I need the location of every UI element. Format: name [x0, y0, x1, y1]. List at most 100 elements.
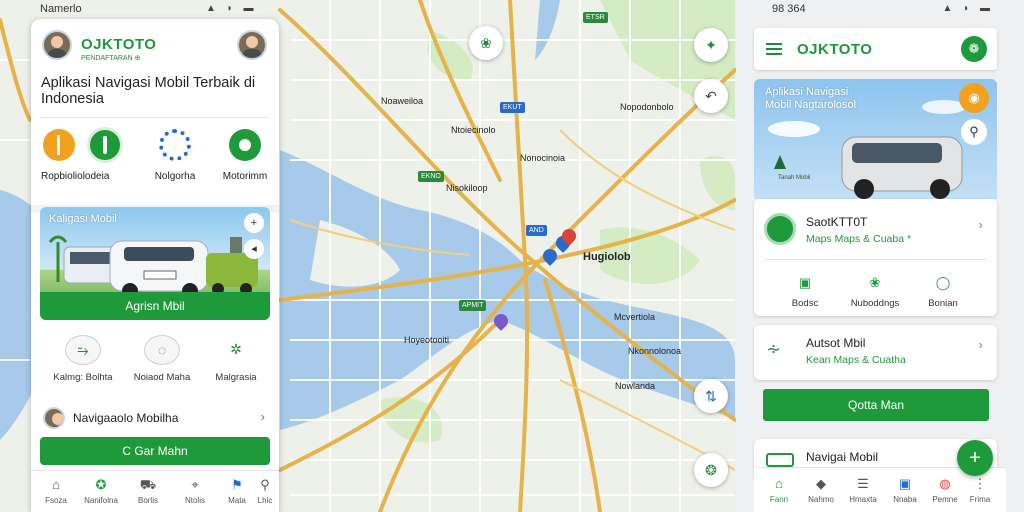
- app-header: OJKTOTO PENDAFTARAN ⊕: [31, 19, 279, 65]
- network-icon: [159, 129, 191, 161]
- tab-label: Nnaba: [893, 495, 917, 504]
- bottom-tab-bar: ⌂ Fsoza ✪ Nanifolna ⛟ Borlis ⌖ Ntolis ⚑ …: [31, 470, 279, 512]
- navigation-icon: ✪: [95, 477, 107, 492]
- list-icon: ☰: [857, 476, 869, 491]
- status-icons-right: ▲ ◗ ▬: [942, 3, 994, 14]
- category-label: Ropbioliolodeia: [41, 171, 110, 182]
- category-item[interactable]: [73, 127, 137, 163]
- feature-chip[interactable]: ⥲ Kalmg: Bolhta: [53, 335, 113, 383]
- shield-icon: ◌: [144, 335, 180, 365]
- brand-logo: OJKTOTO: [81, 36, 157, 53]
- tab-label: Nanifolna: [84, 496, 118, 505]
- hero-caption: Tanah Mobil: [778, 175, 811, 181]
- category-label: Motorimm: [222, 171, 268, 182]
- tab-label: Lhic: [257, 496, 273, 505]
- card-title: Autsot Mbil: [806, 336, 866, 350]
- building-icon: ▣: [898, 476, 912, 491]
- map-label: Mcvertiola: [614, 312, 656, 322]
- tab-buildings[interactable]: ▣ Nnaba: [884, 476, 926, 504]
- list-item[interactable]: Navigaaolo Mobilha ›: [41, 405, 269, 431]
- bell-icon[interactable]: ◉: [959, 83, 989, 113]
- globe-icon: [764, 213, 796, 245]
- tab-location[interactable]: ⛟ Borlis: [128, 477, 168, 505]
- card-action[interactable]: ▣ Bodsc: [770, 275, 840, 309]
- chevron-right-icon[interactable]: ›: [979, 217, 983, 232]
- tab-home[interactable]: ⌂ Fsoza: [36, 477, 76, 505]
- hero-title: Aplikasi Navigasi Mobil Nagtarolosol: [765, 86, 857, 111]
- card-title: Navigai Mobil: [806, 450, 879, 464]
- category-label: Nolgorha: [154, 171, 196, 182]
- chip-label: Kalmg: Bolhta: [53, 372, 113, 383]
- feature-chip[interactable]: ✲ Malgrasia: [207, 335, 265, 383]
- tab-label: Hmaxta: [849, 495, 877, 504]
- map-label-destination: Hugiolob: [583, 251, 631, 263]
- divider: [764, 259, 987, 260]
- gear-icon[interactable]: ❂: [694, 453, 728, 487]
- avatar[interactable]: [42, 30, 72, 60]
- card-action-label: Nuboddngs: [850, 298, 900, 309]
- chevron-right-icon: ›: [260, 409, 265, 424]
- tab-label: Frima: [969, 495, 991, 504]
- tab-more[interactable]: ⋮ Frima: [962, 476, 998, 504]
- home-icon: ⌂: [52, 477, 60, 492]
- status-time-left: Namerlo: [40, 3, 82, 15]
- leaf-icon[interactable]: ❀: [469, 26, 503, 60]
- tab-navigation[interactable]: ✪ Nanifolna: [81, 477, 121, 505]
- tab-home[interactable]: ⌂ Fann: [758, 476, 800, 504]
- chip-label: Malgrasia: [215, 372, 257, 383]
- menu-icon[interactable]: [766, 43, 782, 55]
- tab-label: Fann: [769, 495, 789, 504]
- map-label: Nowlanda: [615, 381, 656, 391]
- road-badge: AND: [526, 225, 547, 236]
- page-title: Aplikasi Navigasi Mobil Terbaik di Indon…: [41, 75, 256, 107]
- route-icon[interactable]: ⇅: [694, 379, 728, 413]
- primary-button[interactable]: C Gar Mahn: [40, 437, 270, 465]
- brand-subtitle: PENDAFTARAN ⊕: [81, 55, 141, 62]
- map-label: Hoyeotooiti: [404, 335, 450, 345]
- car-icon: ▣: [798, 275, 812, 290]
- leaf-icon[interactable]: ❁: [961, 36, 987, 62]
- promo-banner[interactable]: Kaligasi Mobil + ◂ Agrisn Mbil: [40, 207, 270, 320]
- info-card[interactable]: SaotKTT0T Maps Maps & Cuaba * › ▣ Bodsc …: [754, 199, 997, 316]
- map-icon: [766, 453, 794, 467]
- status-time-right: 98 364: [772, 3, 806, 15]
- chat-icon: ◯: [935, 275, 951, 290]
- map-label: Ntoiecinolo: [451, 125, 496, 135]
- card-action[interactable]: ❀ Nuboddngs: [840, 275, 910, 309]
- compass-icon[interactable]: ✦: [694, 28, 728, 62]
- leaf-icon: [87, 127, 123, 163]
- car-route-icon: ⥲: [65, 335, 101, 365]
- category-item[interactable]: Motorimm: [213, 129, 277, 182]
- directions-icon[interactable]: ↶: [694, 79, 728, 113]
- tab-label: Pemne: [932, 495, 958, 504]
- category-item[interactable]: Nolgorha: [143, 129, 207, 182]
- card-action-label: Bonian: [928, 298, 958, 309]
- status-icons-left: ▲ ◗ ▬: [206, 3, 258, 14]
- info-card[interactable]: ∻ Autsot Mbil Kean Maps & Cuatha ›: [754, 325, 997, 380]
- tab-profile[interactable]: ⚲ Lhic: [251, 477, 279, 505]
- tab-label: Fsoza: [45, 496, 67, 505]
- hero-banner[interactable]: Aplikasi Navigasi Mobil Nagtarolosol Tan…: [754, 79, 997, 199]
- primary-button[interactable]: Qotta Man: [763, 389, 989, 421]
- profile-avatar[interactable]: [237, 30, 267, 60]
- category-row: Ropbioliolodeia Nolgorha Motorimm: [31, 127, 279, 199]
- location-icon: ⛟: [139, 477, 157, 492]
- chip-label: Noiaod Maha: [133, 372, 191, 383]
- tab-list[interactable]: ☰ Hmaxta: [842, 476, 884, 504]
- car-route-icon: ∻: [766, 339, 782, 359]
- back-icon[interactable]: ◂: [244, 239, 264, 259]
- tab-explore[interactable]: ◆ Nahmo: [800, 476, 842, 504]
- map-label: Nkonnolonoa: [628, 346, 682, 356]
- tab-pin[interactable]: ⌖ Ntolis: [175, 477, 215, 505]
- chevron-right-icon[interactable]: ›: [979, 337, 983, 352]
- plus-icon[interactable]: +: [244, 213, 264, 233]
- pin-icon[interactable]: ⚲: [961, 119, 987, 145]
- feature-chip[interactable]: ◌ Noiaod Maha: [131, 335, 193, 383]
- add-fab-button[interactable]: +: [957, 440, 993, 476]
- tab-globe[interactable]: ◍ Pemne: [924, 476, 966, 504]
- banner-button[interactable]: Agrisn Mbil: [40, 292, 270, 320]
- more-icon: ⋮: [973, 476, 987, 491]
- card-title: SaotKTT0T: [806, 215, 868, 229]
- pause-circle-icon: [43, 129, 75, 161]
- card-action[interactable]: ◯ Bonian: [908, 275, 978, 309]
